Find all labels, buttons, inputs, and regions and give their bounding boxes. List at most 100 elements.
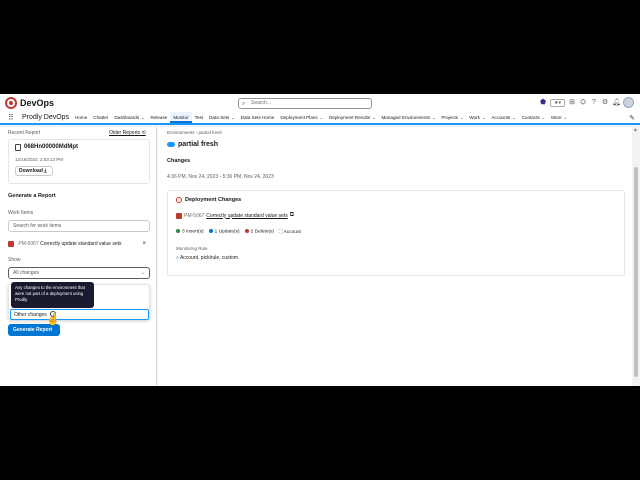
nav-item-release[interactable]: Release: [147, 112, 170, 123]
older-reports-link[interactable]: Older Reports ⟲: [109, 130, 146, 136]
nav-item-label: Contacts: [521, 115, 540, 120]
monitoring-rule: ⌕ Account, picklrule, custom: [176, 255, 238, 261]
search-placeholder: Search...: [251, 100, 272, 106]
download-label: Download: [19, 168, 43, 174]
updates-count: 1 Update(s): [208, 229, 240, 235]
card-work-item-id: PM-5067: [184, 212, 205, 219]
nav-item-deployment-plans[interactable]: Deployment Plans ⌄: [277, 112, 326, 123]
main-content: Environments › partial fresh partial fre…: [158, 127, 632, 386]
nav-item-label: Data Sets: [209, 115, 230, 120]
chevron-down-icon[interactable]: ⌄: [320, 115, 323, 120]
remove-work-item-close-icon[interactable]: ×: [142, 238, 146, 250]
chevron-down-icon[interactable]: ⌄: [542, 115, 545, 120]
option-other-changes[interactable]: Other changes i: [10, 309, 149, 320]
show-label: Show: [8, 257, 21, 263]
setup-assistant-icon[interactable]: ⛭: [579, 99, 587, 107]
work-item-title: Correctly update standard value sets: [40, 241, 122, 247]
nav-item-data-sets[interactable]: Data Sets ⌄: [206, 112, 238, 123]
search-icon: ⌕: [242, 101, 246, 107]
shield-icon[interactable]: ⬟: [539, 99, 547, 107]
favorites-star-icon[interactable]: ★▾: [550, 98, 565, 107]
chevron-down-icon[interactable]: ⌄: [460, 115, 463, 120]
nav-item-accounts[interactable]: Accounts ⌄: [488, 112, 518, 123]
gear-icon[interactable]: ⚙: [601, 99, 609, 107]
nav-item-monitor[interactable]: Monitor: [170, 112, 192, 123]
chevron-down-icon[interactable]: ⌄: [564, 115, 567, 120]
chevron-down-icon[interactable]: ⌄: [482, 115, 485, 120]
chevron-down-icon[interactable]: ⌄: [512, 115, 515, 120]
work-items-search-input[interactable]: Search for work items: [8, 220, 150, 232]
nav-item-label: More: [551, 115, 562, 120]
edit-nav-pencil-icon[interactable]: ✎: [629, 114, 635, 122]
show-select[interactable]: All changes ⌄: [8, 267, 150, 279]
object-name: Account: [283, 230, 301, 235]
bell-icon[interactable]: 🔔︎: [612, 99, 621, 107]
nav-item-data-sets-home[interactable]: Data Sets Home: [238, 112, 278, 123]
chevron-down-icon[interactable]: ⌄: [372, 115, 375, 120]
page-scrollbar[interactable]: ▲: [632, 125, 640, 386]
deployment-changes-title: Deployment Changes: [185, 197, 242, 203]
nav-item-label: Projects: [441, 115, 458, 120]
logo-text: DevOps: [20, 98, 55, 108]
global-header: DevOps ⌕ Search... ⬟ ★▾ ⊞ ⛭ ? ⚙ 🔔︎: [0, 94, 640, 112]
work-item-id: PM-5067: [18, 241, 39, 247]
nav-item-more[interactable]: More ⌄: [548, 112, 570, 123]
generate-report-title: Generate a Report: [8, 193, 56, 199]
nav-item-label: Work: [469, 115, 480, 120]
nav-item-home[interactable]: Home: [72, 112, 90, 123]
download-button[interactable]: Download ⤓: [15, 166, 53, 176]
chevron-down-icon: ⌄: [140, 270, 145, 276]
card-work-item: PM-5067 Correctly update standard value …: [176, 212, 294, 219]
nav-item-contacts[interactable]: Contacts ⌄: [519, 112, 549, 123]
card-work-item-link[interactable]: Correctly update standard value sets: [206, 213, 287, 219]
nav-item-deployment-results[interactable]: Deployment Results ⌄: [326, 112, 378, 123]
chevron-down-icon[interactable]: ⌄: [432, 115, 435, 120]
update-dot-icon: [208, 229, 213, 234]
app-nav-bar: ⠿ Prodly DevOps Home Chatter Dashboards ⌄ Re…: [0, 112, 640, 125]
nav-item-projects[interactable]: Projects ⌄: [438, 112, 466, 123]
rule-search-icon: ⌕: [176, 255, 179, 261]
avatar[interactable]: [623, 97, 634, 108]
monitoring-rule-label: Monitoring Rule: [176, 246, 208, 251]
work-items-placeholder: Search for work items: [13, 223, 62, 229]
object-tag: ⛶ Account: [279, 229, 301, 235]
cloud-icon: [167, 142, 175, 147]
chevron-down-icon[interactable]: ⌄: [141, 115, 144, 120]
nav-item-test[interactable]: Test: [192, 112, 206, 123]
help-icon[interactable]: ?: [590, 99, 598, 107]
deployment-icon: [176, 197, 182, 203]
recent-report-label: Recent Report: [8, 130, 41, 136]
scroll-up-arrow-icon[interactable]: ▲: [633, 127, 638, 133]
add-icon[interactable]: ⊞: [568, 99, 576, 107]
deletes-count: 2 Delete(s): [244, 229, 274, 235]
insert-dot-icon: [176, 229, 180, 234]
report-panel: Recent Report Older Reports ⟲ 068Hn00000…: [0, 127, 157, 386]
nav-item-label: Monitor: [173, 115, 189, 120]
nav-item-work[interactable]: Work ⌄: [466, 112, 488, 123]
nav-items: Home Chatter Dashboards ⌄ Release Monitor Test…: [72, 112, 570, 123]
global-search-input[interactable]: ⌕ Search...: [238, 98, 372, 109]
nav-item-label: Data Sets Home: [240, 115, 275, 120]
recent-report-card: 068Hn00000MdMpt 12/16/2023, 2:53:13 PM D…: [8, 139, 150, 184]
selected-work-item: PM-5067 Correctly update standard value …: [8, 238, 150, 250]
scrollbar-thumb[interactable]: [634, 167, 638, 377]
nav-item-managed-environments[interactable]: Managed Environments ⌄: [378, 112, 438, 123]
inserts-count: 3 Insert(s): [176, 229, 204, 235]
nav-item-dashboards[interactable]: Dashboards ⌄: [111, 112, 147, 123]
page-title-text: partial fresh: [178, 141, 219, 148]
breadcrumb[interactable]: Environments › partial fresh: [167, 130, 222, 135]
other-changes-label: Other changes: [14, 312, 47, 318]
devops-logo-icon: [5, 97, 17, 109]
nav-item-label: Deployment Plans: [280, 115, 318, 120]
copy-icon[interactable]: ⧉: [290, 212, 294, 219]
nav-item-chatter[interactable]: Chatter: [90, 112, 111, 123]
work-items-label: Work Items: [8, 210, 34, 216]
devops-logo[interactable]: DevOps: [5, 97, 54, 109]
chevron-down-icon[interactable]: ⌄: [231, 115, 234, 120]
work-item-icon: [8, 240, 14, 247]
app-launcher-icon[interactable]: ⠿: [8, 114, 16, 122]
nav-item-label: Release: [150, 115, 168, 120]
hand-cursor-icon: ☝: [46, 314, 60, 326]
changes-heading: Changes: [167, 158, 191, 164]
updates-text: 1 Update(s): [214, 229, 240, 235]
